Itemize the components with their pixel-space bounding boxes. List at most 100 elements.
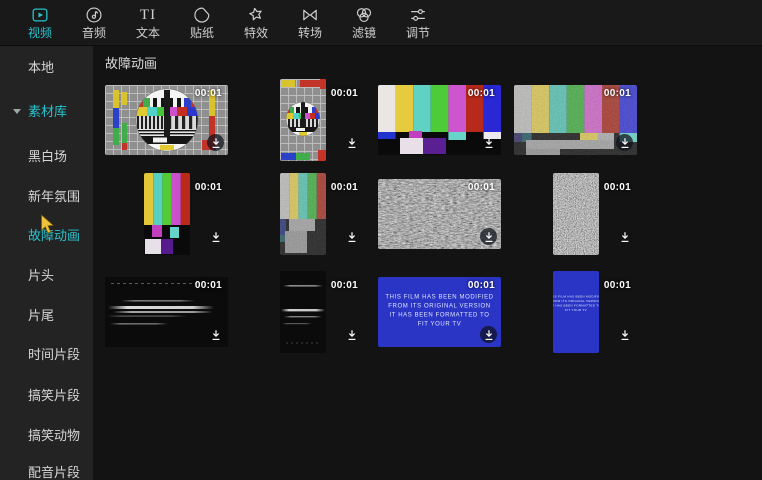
video-thumbnail-color-bars-glitch-vertical[interactable] (144, 173, 190, 255)
filter-circles-icon (354, 5, 374, 25)
download-icon (210, 137, 222, 149)
download-icon (619, 137, 631, 149)
duration-badge: 00:01 (604, 88, 631, 99)
duration-badge: 00:01 (331, 280, 358, 291)
grid-cell: 00:01 (378, 179, 501, 249)
tab-audio[interactable]: 音频 (67, 0, 121, 45)
bluescreen-line: FIT YOUR TV (565, 308, 587, 313)
sidebar-item-outro[interactable]: 片尾 (28, 308, 54, 324)
download-icon (346, 137, 358, 149)
transition-bowtie-icon (300, 5, 320, 25)
sidebar-item-new-year-label: 新年氛围 (28, 189, 80, 204)
tab-effects-label: 特效 (244, 26, 268, 40)
video-thumbnail-pm5544-test-pattern-vertical[interactable] (280, 79, 326, 161)
sidebar-item-local[interactable]: 本地 (28, 60, 54, 76)
sidebar-item-intro-label: 片头 (28, 268, 54, 283)
download-button[interactable] (616, 326, 633, 343)
sidebar-item-funny-clips[interactable]: 搞笑片段 (28, 388, 80, 404)
sidebar-item-time-clips[interactable]: 时间片段 (28, 347, 80, 363)
tab-adjust[interactable]: 调节 (391, 0, 445, 45)
bluescreen-line: FIT YOUR TV (418, 320, 462, 329)
bluescreen-notice-text: THIS FILM HAS BEEN MODIFIED FROM ITS ORI… (403, 290, 477, 332)
download-button[interactable] (616, 228, 633, 245)
download-button[interactable] (616, 134, 633, 151)
bluescreen-line: IT HAS BEEN FORMATTED TO (390, 311, 490, 320)
download-button[interactable] (480, 228, 497, 245)
grid-cell: 00:01 (105, 179, 228, 249)
bluescreen-notice-text: THIS FILM HAS BEEN MODIFIED FROM ITS ORI… (569, 291, 583, 316)
sidebar-item-glitch-animation[interactable]: 故障动画 (28, 228, 80, 244)
duration-badge: 00:01 (468, 280, 495, 291)
download-button[interactable] (207, 228, 224, 245)
download-button[interactable] (343, 228, 360, 245)
tab-adjust-label: 调节 (406, 26, 430, 40)
text-icon: TI (138, 5, 158, 25)
sidebar-item-local-label: 本地 (28, 60, 54, 75)
video-thumbnail-tv-static-noise-vertical[interactable] (553, 173, 599, 255)
download-button[interactable] (343, 134, 360, 151)
grid-cell: THIS FILM HAS BEEN MODIFIED FROM ITS ORI… (378, 277, 501, 347)
tab-sticker-label: 贴纸 (190, 26, 214, 40)
download-button[interactable] (207, 326, 224, 343)
tab-effects[interactable]: 特效 (229, 0, 283, 45)
grid-cell: 00:01 (105, 85, 228, 155)
download-button[interactable] (480, 134, 497, 151)
sidebar-item-glitch-animation-label: 故障动画 (28, 228, 80, 243)
sidebar-item-time-clips-label: 时间片段 (28, 347, 80, 362)
download-icon (483, 231, 495, 243)
download-icon (346, 329, 358, 341)
sidebar-item-funny-clips-label: 搞笑片段 (28, 388, 80, 403)
video-thumbnail-color-bars-noise-vertical[interactable] (280, 173, 326, 255)
audio-icon (84, 5, 104, 25)
sidebar-item-dubbing-clips-label: 配音片段 (28, 465, 80, 480)
grid-cell: 00:01 (378, 85, 501, 155)
duration-badge: 00:01 (331, 182, 358, 193)
video-thumbnail-blue-screen-notice-vertical[interactable]: THIS FILM HAS BEEN MODIFIED FROM ITS ORI… (553, 271, 599, 353)
video-thumbnail-scanline-streaks-vertical[interactable] (280, 271, 326, 353)
grid-cell: 00:01 (241, 277, 364, 347)
duration-badge: 00:01 (468, 182, 495, 193)
top-toolbar: 视频 音频 TI 文本 (0, 0, 762, 46)
sidebar-item-intro[interactable]: 片头 (28, 268, 54, 284)
sidebar-item-dubbing-clips[interactable]: 配音片段 (28, 465, 80, 480)
effects-star-icon (246, 5, 266, 25)
material-grid-panel: 故障动画 (93, 45, 762, 480)
grid-cell: 00:01 (105, 277, 228, 347)
sidebar-item-library-label: 素材库 (28, 104, 67, 119)
sidebar-item-black-white-label: 黑白场 (28, 149, 67, 164)
tab-video[interactable]: 视频 (13, 0, 67, 45)
caret-down-icon (13, 109, 21, 114)
tab-video-label: 视频 (28, 26, 52, 40)
duration-badge: 00:01 (468, 88, 495, 99)
sidebar-item-funny-animals[interactable]: 搞笑动物 (28, 428, 80, 444)
download-button[interactable] (207, 134, 224, 151)
tab-audio-label: 音频 (82, 26, 106, 40)
page-title: 故障动画 (105, 53, 157, 72)
adjust-sliders-icon (408, 5, 428, 25)
tab-transition[interactable]: 转场 (283, 0, 337, 45)
tab-text[interactable]: TI 文本 (121, 0, 175, 45)
download-button[interactable] (480, 326, 497, 343)
download-icon (346, 231, 358, 243)
bluescreen-line: THIS FILM HAS BEEN MODIFIED (385, 293, 493, 302)
sidebar-item-funny-animals-label: 搞笑动物 (28, 428, 80, 443)
sidebar-item-new-year[interactable]: 新年氛围 (28, 189, 80, 205)
app-window: 视频 音频 TI 文本 (0, 0, 762, 480)
toolbar-tabs: 视频 音频 TI 文本 (13, 0, 445, 45)
sidebar-item-outro-label: 片尾 (28, 308, 54, 323)
grid-cell: 00:01 (514, 85, 637, 155)
download-icon (210, 329, 222, 341)
duration-badge: 00:01 (604, 182, 631, 193)
sidebar-item-black-white[interactable]: 黑白场 (28, 149, 67, 165)
grid-cell: THIS FILM HAS BEEN MODIFIED FROM ITS ORI… (514, 277, 637, 347)
video-icon (30, 5, 50, 25)
download-button[interactable] (343, 326, 360, 343)
category-sidebar: 本地 素材库 黑白场 新年氛围 故障动画 片头 片尾 时间片段 搞笑片段 搞笑动… (0, 45, 93, 480)
tab-sticker[interactable]: 贴纸 (175, 0, 229, 45)
sidebar-item-library[interactable]: 素材库 (28, 104, 67, 120)
download-icon (619, 329, 631, 341)
duration-badge: 00:01 (195, 182, 222, 193)
duration-badge: 00:01 (195, 280, 222, 291)
tab-transition-label: 转场 (298, 26, 322, 40)
tab-filter[interactable]: 滤镜 (337, 0, 391, 45)
